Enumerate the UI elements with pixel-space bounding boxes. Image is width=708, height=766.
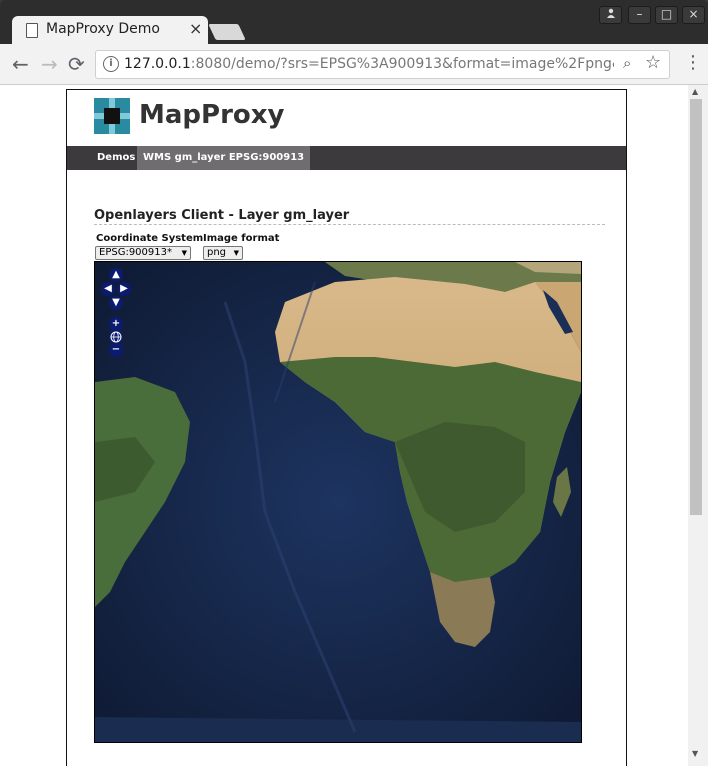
nav-demos[interactable]: Demos	[91, 146, 141, 170]
site-nav: Demos WMS gm_layer EPSG:900913	[67, 146, 626, 170]
pan-right-button[interactable]: ▶	[117, 282, 131, 296]
image-format-value: png	[207, 247, 227, 258]
page-viewport: MapProxy Demos WMS gm_layer EPSG:900913 …	[0, 85, 688, 766]
mapproxy-logo	[94, 98, 130, 134]
browser-window: MapProxy Demo × – □ × ← → ⟳ i 127.0.0.1:…	[0, 0, 708, 766]
satellite-map-image	[95, 262, 581, 742]
pan-left-button[interactable]: ◀	[101, 282, 115, 296]
vertical-scrollbar[interactable]: ▲ ▼	[688, 85, 708, 766]
image-format-select[interactable]: png ▼	[203, 246, 243, 260]
browser-menu-icon[interactable]: ⋮	[684, 52, 702, 73]
zoom-world-button[interactable]	[109, 330, 123, 344]
coordinate-system-value: EPSG:900913*	[99, 247, 172, 258]
zoom-in-button[interactable]: +	[109, 317, 123, 331]
profile-button[interactable]	[599, 6, 622, 24]
divider	[94, 224, 605, 225]
info-icon[interactable]: i	[103, 56, 119, 72]
forward-button[interactable]: →	[41, 52, 58, 76]
address-bar[interactable]: i 127.0.0.1:8080/demo/?srs=EPSG%3A900913…	[95, 50, 670, 79]
url-host: 127.0.0.1	[124, 56, 191, 72]
tab-title: MapProxy Demo	[46, 21, 160, 37]
pan-up-button[interactable]: ▲	[109, 268, 123, 282]
scroll-up-arrow-icon[interactable]: ▲	[692, 87, 698, 96]
page-container: MapProxy Demos WMS gm_layer EPSG:900913 …	[66, 89, 627, 766]
dropdown-arrow-icon: ▼	[181, 249, 187, 257]
reload-button[interactable]: ⟳	[68, 52, 85, 76]
brand-name: MapProxy	[139, 100, 285, 130]
maximize-button[interactable]: □	[655, 6, 678, 24]
url-path: :8080/demo/?srs=EPSG%3A900913&format=ima…	[190, 56, 614, 72]
page-title: Openlayers Client - Layer gm_layer	[94, 208, 350, 223]
image-format-label: Image format	[203, 233, 280, 244]
user-icon	[606, 8, 615, 18]
zoom-out-button[interactable]: −	[109, 343, 123, 357]
browser-toolbar: ← → ⟳ i 127.0.0.1:8080/demo/?srs=EPSG%3A…	[0, 44, 708, 85]
map-viewer[interactable]: ▲ ◀ ▶ ▼ + −	[94, 261, 582, 743]
zoom-icon[interactable]: ⌕	[623, 54, 631, 72]
bookmark-star-icon[interactable]: ☆	[645, 52, 661, 73]
coordinate-system-select[interactable]: EPSG:900913* ▼	[95, 246, 191, 260]
title-bar: MapProxy Demo × – □ ×	[0, 0, 708, 44]
close-window-button[interactable]: ×	[682, 6, 705, 24]
pan-down-button[interactable]: ▼	[109, 296, 123, 310]
scrollbar-thumb[interactable]	[690, 99, 702, 515]
globe-icon	[110, 331, 122, 343]
coordinate-system-label: Coordinate System	[96, 233, 204, 244]
close-tab-icon[interactable]: ×	[189, 19, 202, 38]
nav-wms-layer[interactable]: WMS gm_layer EPSG:900913	[137, 146, 311, 170]
page-icon	[26, 23, 38, 38]
url-text[interactable]: 127.0.0.1:8080/demo/?srs=EPSG%3A900913&f…	[124, 56, 614, 72]
new-tab-button[interactable]	[208, 24, 246, 40]
logo-center	[104, 108, 120, 124]
back-button[interactable]: ←	[12, 52, 29, 76]
scroll-down-arrow-icon[interactable]: ▼	[692, 749, 698, 758]
minimize-button[interactable]: –	[628, 6, 651, 24]
dropdown-arrow-icon: ▼	[233, 249, 239, 257]
browser-tab[interactable]: MapProxy Demo ×	[12, 16, 208, 44]
